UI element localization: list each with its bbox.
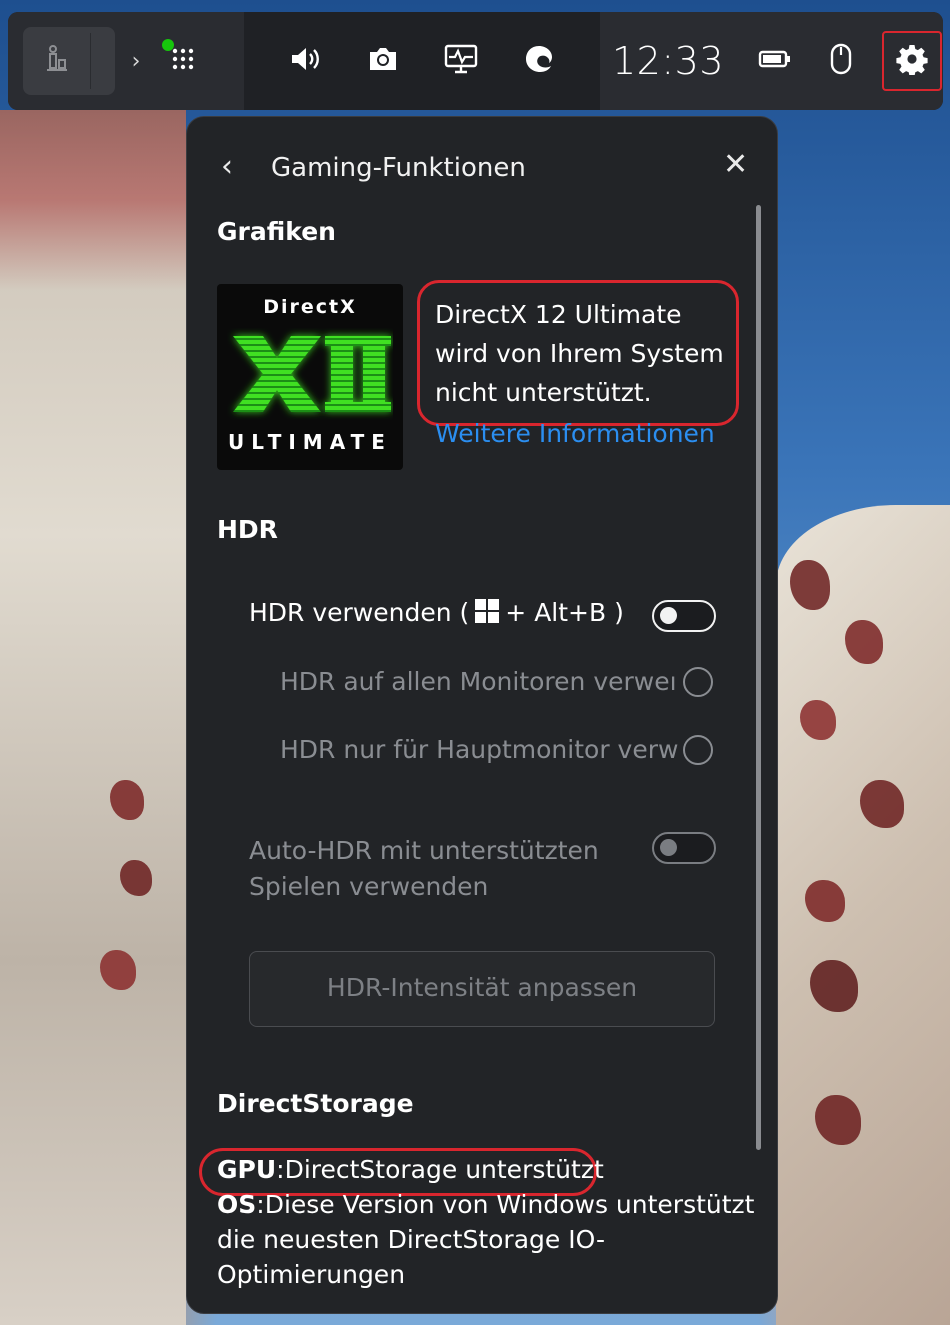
edge-browser-icon bbox=[524, 44, 554, 78]
clock: 12:33 bbox=[612, 39, 725, 83]
background-mosaic-left bbox=[0, 110, 186, 1325]
status-dot bbox=[162, 39, 174, 51]
settings-button[interactable] bbox=[882, 31, 943, 91]
auto-hdr-label-line1: Auto-HDR mit unterstützten bbox=[249, 836, 599, 865]
use-hdr-toggle[interactable] bbox=[652, 600, 716, 632]
mouse-button[interactable] bbox=[808, 26, 874, 96]
gpu-status-text: :DirectStorage unterstützt bbox=[276, 1155, 604, 1184]
volume-button[interactable] bbox=[266, 26, 344, 96]
logo-bottom-text: ULTIMATE bbox=[228, 430, 392, 454]
performance-button[interactable] bbox=[422, 26, 500, 96]
windows-key-icon bbox=[475, 599, 500, 629]
widget-store-button[interactable] bbox=[23, 27, 115, 95]
auto-hdr-label: Auto-HDR mit unterstützten Spielen verwe… bbox=[249, 833, 599, 905]
more-info-link[interactable]: Weitere Informationen bbox=[435, 419, 715, 448]
use-hdr-label-prefix: HDR verwenden ( bbox=[249, 598, 470, 627]
widget-store-icon bbox=[44, 44, 70, 78]
game-bar-toolbar: › 12:33 bbox=[8, 12, 943, 110]
section-heading-hdr: HDR bbox=[217, 515, 278, 544]
mouse-icon bbox=[829, 43, 853, 79]
capture-button[interactable] bbox=[344, 26, 422, 96]
scrollbar[interactable] bbox=[756, 205, 761, 1150]
toggle-knob bbox=[660, 839, 677, 856]
widget-segment: › bbox=[8, 12, 244, 110]
directx-ultimate-logo: DirectX ULTIMATE bbox=[217, 284, 403, 470]
battery-button[interactable] bbox=[742, 26, 808, 96]
use-hdr-label-suffix: + Alt+B ) bbox=[505, 598, 624, 627]
close-icon[interactable]: ✕ bbox=[723, 147, 748, 182]
gpu-status-line: GPU:DirectStorage unterstützt bbox=[217, 1152, 757, 1187]
edge-button[interactable] bbox=[500, 26, 578, 96]
hdr-intensity-button[interactable]: HDR-Intensität anpassen bbox=[249, 951, 715, 1027]
back-arrow-icon[interactable]: ‹ bbox=[221, 149, 233, 184]
auto-hdr-toggle[interactable] bbox=[652, 832, 716, 864]
use-hdr-label: HDR verwenden ( + Alt+B ) bbox=[249, 598, 624, 629]
volume-icon bbox=[289, 45, 321, 77]
panel-header: ‹ Gaming-Funktionen ✕ bbox=[187, 145, 777, 189]
battery-icon bbox=[758, 49, 792, 73]
status-segment: 12:33 bbox=[600, 12, 943, 110]
os-label: OS bbox=[217, 1190, 257, 1219]
toggle-knob bbox=[660, 607, 677, 624]
section-heading-directstorage: DirectStorage bbox=[217, 1089, 414, 1118]
hdr-main-monitor-label: HDR nur für Hauptmonitor verw bbox=[280, 735, 679, 764]
chevron-right-icon[interactable]: › bbox=[125, 49, 147, 74]
os-status-line: OS:Diese Version von Windows unterstützt… bbox=[217, 1187, 757, 1292]
page-title: Gaming-Funktionen bbox=[271, 153, 526, 183]
performance-monitor-icon bbox=[444, 44, 478, 78]
apps-grid-icon bbox=[172, 48, 194, 74]
os-status-text: :Diese Version von Windows unterstützt d… bbox=[217, 1190, 755, 1289]
gaming-features-panel: ‹ Gaming-Funktionen ✕ Grafiken DirectX U… bbox=[186, 116, 778, 1314]
hdr-all-monitors-radio[interactable] bbox=[683, 667, 713, 697]
hdr-main-monitor-radio[interactable] bbox=[683, 735, 713, 765]
directx-support-message: DirectX 12 Ultimate wird von Ihrem Syste… bbox=[435, 300, 724, 407]
gear-icon bbox=[896, 43, 928, 79]
widgets-segment bbox=[244, 12, 600, 110]
apps-button[interactable] bbox=[155, 33, 211, 89]
logo-top-text: DirectX bbox=[263, 296, 357, 318]
section-heading-graphics: Grafiken bbox=[217, 217, 336, 246]
camera-icon bbox=[367, 45, 399, 77]
directx-xii-mark bbox=[233, 336, 391, 412]
auto-hdr-label-line2: Spielen verwenden bbox=[249, 872, 489, 901]
hdr-all-monitors-label: HDR auf allen Monitoren verweı bbox=[280, 667, 677, 696]
divider bbox=[90, 33, 91, 89]
gpu-label: GPU bbox=[217, 1155, 277, 1184]
directstorage-status: GPU:DirectStorage unterstützt OS:Diese V… bbox=[217, 1152, 757, 1292]
